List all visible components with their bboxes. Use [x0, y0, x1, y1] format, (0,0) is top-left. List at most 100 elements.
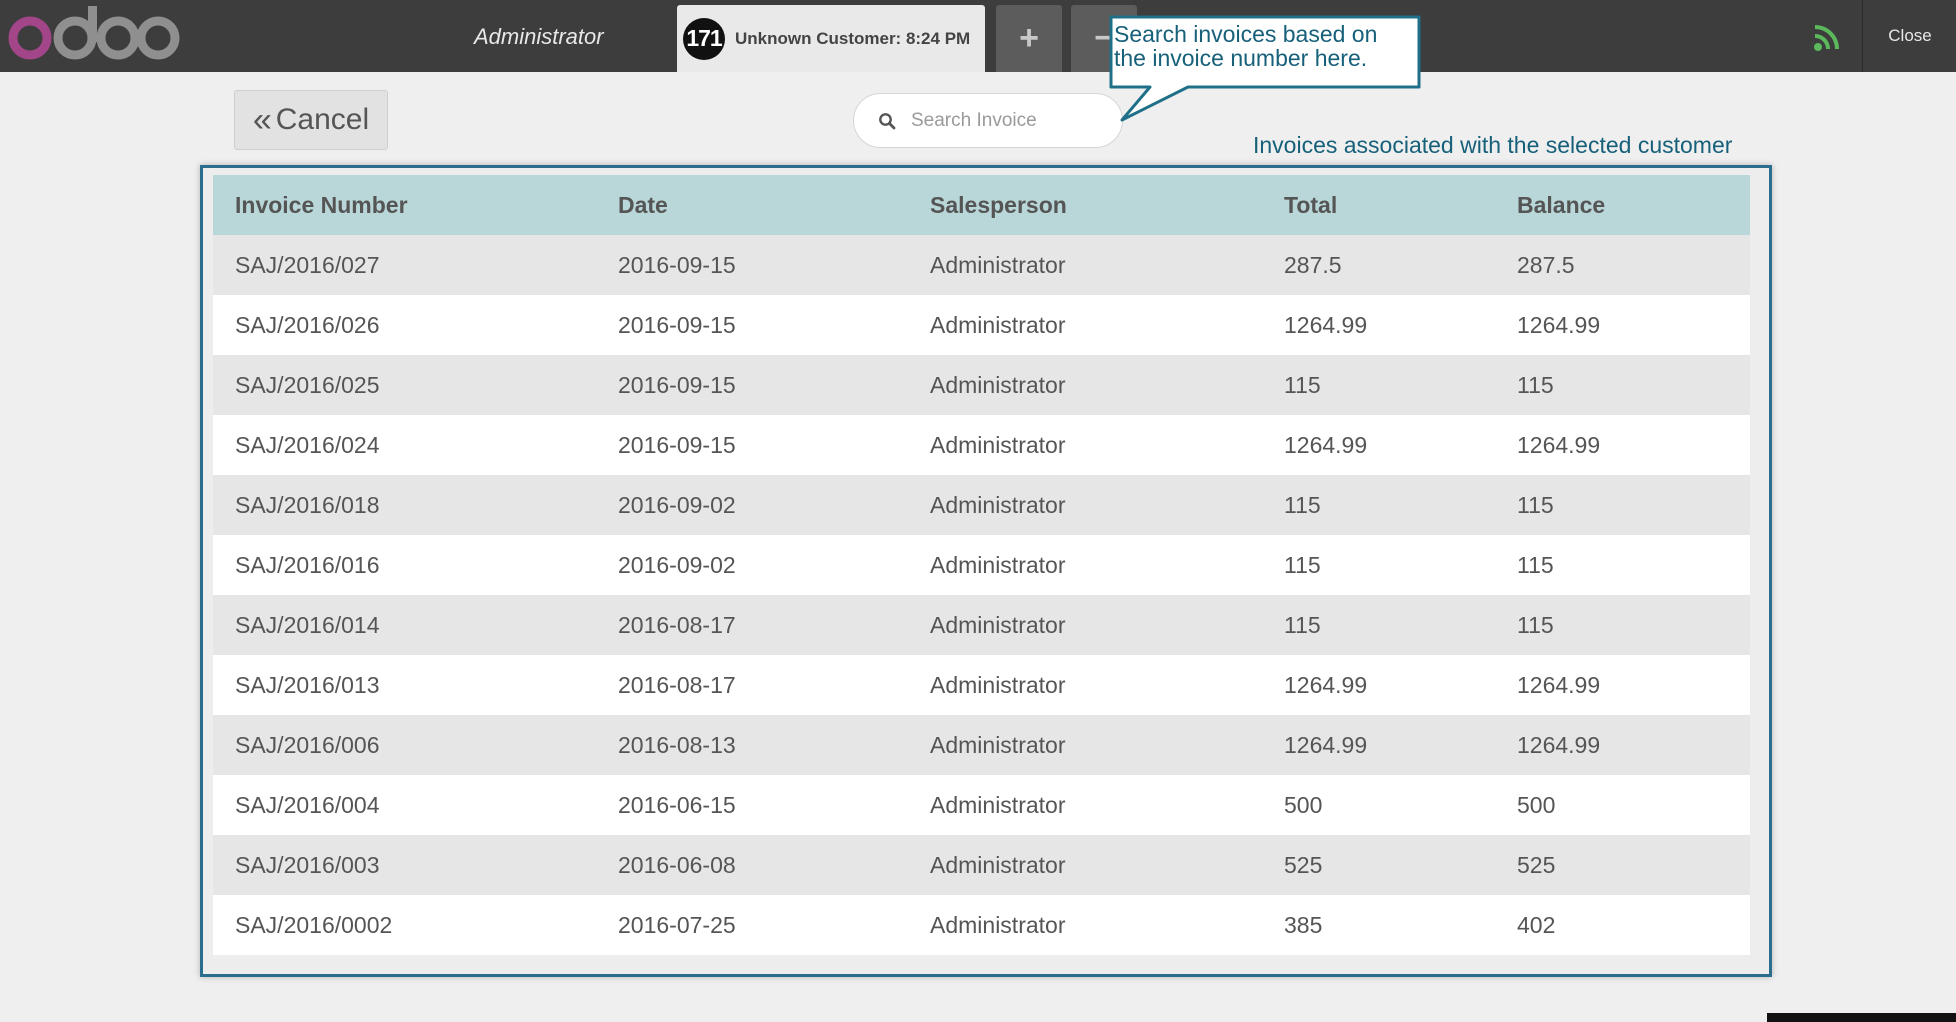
date-cell: 2016-09-02 [618, 535, 930, 595]
salesperson-cell: Administrator [930, 775, 1284, 835]
plus-icon: + [1019, 19, 1039, 57]
total-cell: 385 [1284, 895, 1517, 955]
table-row[interactable]: SAJ/2016/0002 2016-07-25 Administrator 3… [213, 895, 1750, 955]
salesperson-cell: Administrator [930, 535, 1284, 595]
total-cell: 1264.99 [1284, 715, 1517, 775]
invoice-number-cell: SAJ/2016/014 [213, 595, 618, 655]
column-header-date: Date [618, 175, 930, 235]
total-cell: 525 [1284, 835, 1517, 895]
top-bar: odoo Administrator 171 Unknown Customer:… [0, 0, 1956, 72]
cancel-label: Cancel [275, 103, 370, 136]
table-row[interactable]: SAJ/2016/026 2016-09-15 Administrator 12… [213, 295, 1750, 355]
balance-cell: 115 [1517, 595, 1750, 655]
total-cell: 287.5 [1284, 235, 1517, 295]
minus-icon: − [1094, 19, 1114, 57]
close-button[interactable]: Close [1862, 0, 1956, 72]
salesperson-cell: Administrator [930, 715, 1284, 775]
invoice-number-cell: SAJ/2016/004 [213, 775, 618, 835]
invoice-number-cell: SAJ/2016/018 [213, 475, 618, 535]
total-cell: 500 [1284, 775, 1517, 835]
salesperson-cell: Administrator [930, 295, 1284, 355]
salesperson-cell: Administrator [930, 655, 1284, 715]
table-row[interactable]: SAJ/2016/003 2016-06-08 Administrator 52… [213, 835, 1750, 895]
order-tab-label: Unknown Customer: 8:24 PM [735, 28, 971, 48]
invoice-number-cell: SAJ/2016/0002 [213, 895, 618, 955]
column-header-total: Total [1284, 175, 1517, 235]
table-caption: Invoices associated with the selected cu… [1253, 132, 1733, 158]
invoice-number-cell: SAJ/2016/013 [213, 655, 618, 715]
date-cell: 2016-06-08 [618, 835, 930, 895]
column-header-salesperson: Salesperson [930, 175, 1284, 235]
invoice-number-cell: SAJ/2016/024 [213, 415, 618, 475]
table-row[interactable]: SAJ/2016/025 2016-09-15 Administrator 11… [213, 355, 1750, 415]
close-label: Close [1888, 26, 1932, 45]
invoice-number-cell: SAJ/2016/025 [213, 355, 618, 415]
table-row[interactable]: SAJ/2016/004 2016-06-15 Administrator 50… [213, 775, 1750, 835]
date-cell: 2016-09-15 [618, 355, 930, 415]
table-row[interactable]: SAJ/2016/016 2016-09-02 Administrator 11… [213, 535, 1750, 595]
salesperson-cell: Administrator [930, 235, 1284, 295]
balance-cell: 525 [1517, 835, 1750, 895]
balance-cell: 287.5 [1517, 235, 1750, 295]
balance-cell: 1264.99 [1517, 415, 1750, 475]
column-header-invoice-number: Invoice Number [213, 175, 618, 235]
order-tab[interactable]: 171 Unknown Customer: 8:24 PM [677, 5, 985, 72]
salesperson-cell: Administrator [930, 835, 1284, 895]
date-cell: 2016-09-15 [618, 295, 930, 355]
balance-cell: 115 [1517, 475, 1750, 535]
balance-cell: 1264.99 [1517, 715, 1750, 775]
invoice-table-frame: Invoice Number Date Salesperson Total Ba… [200, 165, 1772, 977]
salesperson-cell: Administrator [930, 895, 1284, 955]
invoice-number-cell: SAJ/2016/026 [213, 295, 618, 355]
total-cell: 115 [1284, 475, 1517, 535]
total-cell: 115 [1284, 355, 1517, 415]
balance-cell: 115 [1517, 355, 1750, 415]
search-input[interactable] [909, 100, 1113, 142]
order-number-badge: 171 [683, 17, 725, 60]
corner-bar [1767, 1013, 1956, 1022]
table-row[interactable]: SAJ/2016/018 2016-09-02 Administrator 11… [213, 475, 1750, 535]
cancel-button[interactable]: « Cancel [234, 90, 388, 150]
salesperson-cell: Administrator [930, 475, 1284, 535]
date-cell: 2016-07-25 [618, 895, 930, 955]
table-row[interactable]: SAJ/2016/024 2016-09-15 Administrator 12… [213, 415, 1750, 475]
date-cell: 2016-09-15 [618, 415, 930, 475]
search-box [853, 93, 1123, 148]
total-cell: 115 [1284, 535, 1517, 595]
date-cell: 2016-06-15 [618, 775, 930, 835]
balance-cell: 1264.99 [1517, 295, 1750, 355]
invoice-number-cell: SAJ/2016/003 [213, 835, 618, 895]
search-icon [879, 113, 896, 130]
column-header-balance: Balance [1517, 175, 1750, 235]
balance-cell: 1264.99 [1517, 655, 1750, 715]
salesperson-cell: Administrator [930, 595, 1284, 655]
table-row[interactable]: SAJ/2016/006 2016-08-13 Administrator 12… [213, 715, 1750, 775]
balance-cell: 115 [1517, 535, 1750, 595]
table-header-row: Invoice Number Date Salesperson Total Ba… [213, 175, 1750, 235]
salesperson-cell: Administrator [930, 415, 1284, 475]
date-cell: 2016-09-02 [618, 475, 930, 535]
table-row[interactable]: SAJ/2016/013 2016-08-17 Administrator 12… [213, 655, 1750, 715]
user-name[interactable]: Administrator [474, 0, 604, 72]
total-cell: 1264.99 [1284, 415, 1517, 475]
total-cell: 1264.99 [1284, 655, 1517, 715]
date-cell: 2016-08-13 [618, 715, 930, 775]
balance-cell: 500 [1517, 775, 1750, 835]
odoo-logo: odoo [8, 6, 180, 60]
invoice-number-cell: SAJ/2016/006 [213, 715, 618, 775]
date-cell: 2016-08-17 [618, 595, 930, 655]
invoice-number-cell: SAJ/2016/027 [213, 235, 618, 295]
total-cell: 1264.99 [1284, 295, 1517, 355]
wifi-icon[interactable] [1812, 22, 1842, 52]
table-row[interactable]: SAJ/2016/027 2016-09-15 Administrator 28… [213, 235, 1750, 295]
search-callout-text: Search invoices based on the invoice num… [1114, 21, 1378, 71]
date-cell: 2016-08-17 [618, 655, 930, 715]
balance-cell: 402 [1517, 895, 1750, 955]
table-row[interactable]: SAJ/2016/014 2016-08-17 Administrator 11… [213, 595, 1750, 655]
add-order-button[interactable]: + [996, 5, 1062, 72]
invoice-table: Invoice Number Date Salesperson Total Ba… [213, 175, 1750, 955]
salesperson-cell: Administrator [930, 355, 1284, 415]
invoice-number-cell: SAJ/2016/016 [213, 535, 618, 595]
total-cell: 115 [1284, 595, 1517, 655]
date-cell: 2016-09-15 [618, 235, 930, 295]
